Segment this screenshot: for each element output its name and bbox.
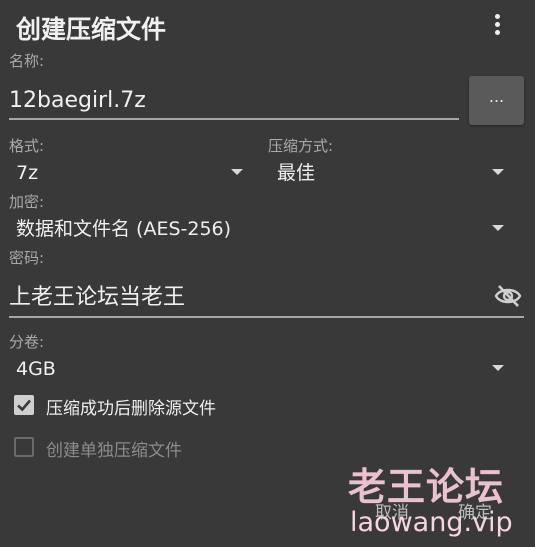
encryption-select[interactable]: 数据和文件名 (AES-256) [16, 214, 506, 244]
more-options-icon[interactable] [492, 14, 502, 40]
split-chevron-down-icon [492, 365, 504, 371]
method-label: 压缩方式: [268, 137, 334, 155]
password-input[interactable]: 上老王论坛当老王 [9, 280, 524, 318]
dialog-title: 创建压缩文件 [16, 15, 167, 44]
browse-button[interactable]: ... [469, 76, 524, 125]
format-chevron-down-icon [231, 169, 243, 175]
visibility-off-icon[interactable] [494, 284, 522, 308]
encryption-value: 数据和文件名 (AES-256) [16, 218, 232, 240]
separate-archive-label[interactable]: 创建单独压缩文件 [46, 436, 182, 461]
method-select[interactable]: 最佳 [277, 158, 512, 188]
watermark-title: 老王论坛 [348, 465, 505, 509]
delete-source-checkbox[interactable] [14, 395, 34, 415]
split-value: 4GB [16, 358, 56, 380]
create-archive-dialog: 创建压缩文件 名称: 12baegirl.7z ... 格式: 7z 压缩方式:… [0, 0, 535, 547]
method-chevron-down-icon [492, 169, 504, 175]
watermark-url: laowang.vip [350, 507, 513, 538]
encryption-label: 加密: [9, 193, 45, 211]
password-label: 密码: [9, 249, 45, 267]
separate-archive-checkbox[interactable] [14, 437, 34, 457]
format-value: 7z [16, 162, 39, 184]
split-select[interactable]: 4GB [16, 354, 506, 384]
delete-source-label[interactable]: 压缩成功后删除源文件 [46, 394, 216, 419]
split-label: 分卷: [9, 333, 45, 351]
check-icon [17, 399, 31, 412]
method-value: 最佳 [277, 162, 316, 184]
archive-name-input[interactable]: 12baegirl.7z [9, 84, 459, 120]
encryption-chevron-down-icon [492, 225, 504, 231]
format-select[interactable]: 7z [16, 158, 246, 188]
format-label: 格式: [9, 137, 45, 155]
name-label: 名称: [9, 52, 45, 70]
